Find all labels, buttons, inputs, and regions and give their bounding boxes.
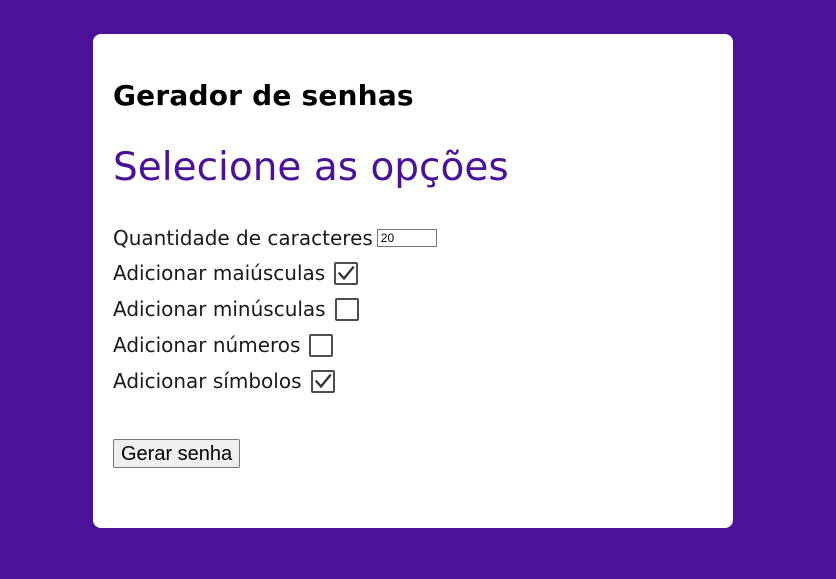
generate-password-button[interactable]: Gerar senha	[113, 439, 241, 468]
numbers-checkbox[interactable]	[309, 333, 334, 357]
length-input[interactable]	[376, 229, 437, 247]
symbols-option: Adicionar símbolos	[113, 368, 335, 394]
app-title: Gerador de senhas	[113, 79, 414, 112]
symbols-label: Adicionar símbolos	[113, 369, 302, 393]
options-heading: Selecione as opções	[113, 145, 509, 190]
length-label: Quantidade de caracteres	[113, 226, 373, 250]
lowercase-label: Adicionar minúsculas	[113, 297, 326, 321]
checkmark-icon	[338, 265, 355, 280]
uppercase-label: Adicionar maiúsculas	[113, 261, 326, 285]
checkmark-icon	[314, 373, 332, 388]
lowercase-option: Adicionar minúsculas	[113, 296, 359, 322]
password-generator-card: Gerador de senhas Selecione as opções Qu…	[93, 34, 733, 528]
symbols-checkbox[interactable]	[310, 369, 335, 393]
numbers-label: Adicionar números	[113, 333, 301, 357]
lowercase-checkbox[interactable]	[334, 297, 359, 321]
numbers-option: Adicionar números	[113, 332, 334, 358]
uppercase-option: Adicionar maiúsculas	[113, 260, 359, 286]
length-option: Quantidade de caracteres	[113, 225, 437, 251]
uppercase-checkbox[interactable]	[334, 261, 359, 285]
